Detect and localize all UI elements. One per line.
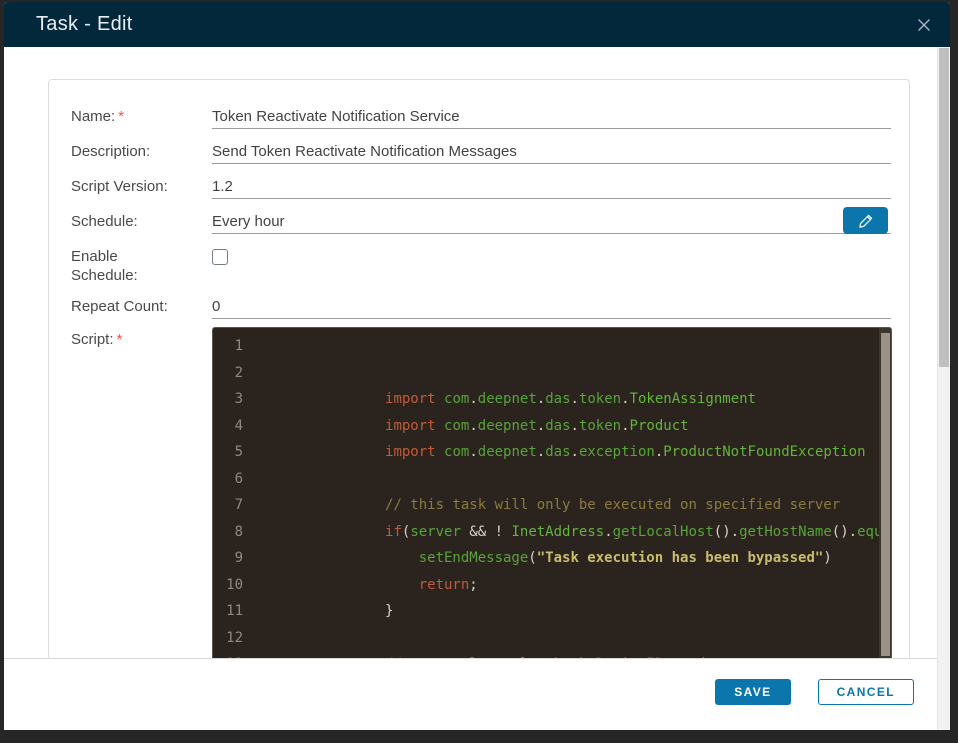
- script-field: 123 import com.deepnet.das.token.TokenAs…: [212, 327, 892, 658]
- dialog-footer: SAVE CANCEL: [4, 658, 937, 730]
- code-text: }: [385, 603, 394, 619]
- required-asterisk: *: [116, 331, 123, 348]
- description-field: [212, 142, 891, 164]
- code-line: 11 }: [213, 598, 891, 625]
- script-code-editor[interactable]: 123 import com.deepnet.das.token.TokenAs…: [212, 327, 892, 658]
- enable-schedule-field: [212, 247, 891, 268]
- task-edit-dialog: Task - Edit Name:* Description: Scr: [4, 2, 950, 730]
- enable-schedule-checkbox[interactable]: [212, 249, 228, 265]
- script-version-label: Script Version:: [71, 178, 168, 195]
- line-number: 10: [226, 576, 243, 593]
- schedule-label: Schedule:: [71, 213, 138, 230]
- line-number: 6: [234, 470, 243, 487]
- name-label: Name: *: [71, 107, 212, 129]
- code-line: 13 // currently, only check DeviceID pro…: [213, 651, 891, 658]
- close-button[interactable]: [915, 16, 933, 34]
- code-line: 3 import com.deepnet.das.token.TokenAssi…: [213, 386, 891, 413]
- dialog-body: Name:* Description: Script Version: Sche…: [4, 47, 937, 658]
- code-text: import com.deepnet.das.exception.Product…: [385, 444, 866, 460]
- dialog-header: Task - Edit: [4, 2, 950, 47]
- dialog-scrollbar[interactable]: [937, 47, 950, 730]
- repeat-count-field: [212, 297, 891, 319]
- line-number: 11: [226, 603, 243, 619]
- line-number: 1: [234, 338, 243, 354]
- pencil-icon: [858, 214, 872, 228]
- code-text: return;: [418, 576, 478, 593]
- code-line: 10 return;: [213, 572, 891, 599]
- required-asterisk: *: [118, 108, 125, 125]
- code-text: import com.deepnet.das.token.TokenAssign…: [385, 391, 756, 407]
- script-version-field: [212, 177, 891, 199]
- code-line: 8 if(server && ! InetAddress.getLocalHos…: [213, 519, 891, 546]
- name-label-text: Name:: [71, 108, 116, 125]
- close-icon: [918, 18, 930, 31]
- line-number: 2: [234, 364, 243, 381]
- line-number: 12: [226, 629, 243, 646]
- cancel-button[interactable]: CANCEL: [817, 678, 914, 705]
- enable-schedule-label: Enable Schedule:: [71, 248, 138, 284]
- repeat-count-input[interactable]: [212, 297, 891, 316]
- line-number: 3: [234, 391, 243, 407]
- line-number: 9: [234, 550, 243, 566]
- code-text: // currently, only check DeviceID produc…: [243, 651, 731, 658]
- code-line: 4 import com.deepnet.das.token.Product: [213, 413, 891, 440]
- line-number: 13: [213, 651, 243, 658]
- code-text: // this task will only be executed on sp…: [385, 497, 841, 513]
- script-version-input[interactable]: [212, 177, 891, 196]
- description-row: Description:: [71, 142, 891, 164]
- code-lines: 123 import com.deepnet.das.token.TokenAs…: [213, 328, 891, 658]
- code-line: 6: [213, 466, 891, 493]
- line-number: 8: [234, 523, 243, 540]
- line-number: 5: [234, 444, 243, 460]
- code-line: 9 setEndMessage("Task execution has been…: [213, 545, 891, 572]
- script-label-text: Script:: [71, 331, 114, 348]
- script-row: Script: * 123 import com.deepnet.das.toke…: [71, 327, 892, 658]
- name-field: [212, 107, 891, 129]
- schedule-field: [212, 207, 891, 234]
- code-line: 2: [213, 360, 891, 387]
- script-label: Script: *: [71, 330, 212, 658]
- script-version-row: Script Version:: [71, 177, 891, 199]
- save-button[interactable]: SAVE: [715, 678, 791, 705]
- editor-scrollbar-thumb[interactable]: [880, 333, 890, 656]
- edit-schedule-button[interactable]: [843, 207, 888, 234]
- code-line: 12: [213, 625, 891, 652]
- name-row: Name: *: [71, 107, 891, 129]
- schedule-input[interactable]: [212, 212, 891, 231]
- line-number: 4: [234, 417, 243, 434]
- code-line: 7 // this task will only be executed on …: [213, 492, 891, 519]
- form-card: Name:* Description: Script Version: Sche…: [48, 79, 910, 658]
- enable-schedule-label-wrap: Enable Schedule:: [71, 247, 212, 285]
- editor-scrollbar[interactable]: [878, 328, 891, 658]
- enable-schedule-row: Enable Schedule:: [71, 247, 891, 285]
- code-text: if(server && ! InetAddress.getLocalHost(…: [385, 523, 891, 540]
- code-text: import com.deepnet.das.token.Product: [385, 417, 689, 434]
- code-text: setEndMessage("Task execution has been b…: [418, 550, 832, 566]
- name-input[interactable]: [212, 107, 891, 126]
- code-line: 5 import com.deepnet.das.exception.Produ…: [213, 439, 891, 466]
- description-label: Description:: [71, 143, 151, 160]
- repeat-count-label: Repeat Count:: [71, 298, 168, 315]
- description-input[interactable]: [212, 142, 891, 161]
- code-line: 1: [213, 333, 891, 360]
- dialog-scrollbar-thumb[interactable]: [939, 48, 949, 367]
- dialog-title: Task - Edit: [36, 13, 133, 35]
- schedule-row: Schedule:: [71, 207, 891, 234]
- line-number: 7: [234, 497, 243, 513]
- repeat-count-row: Repeat Count:: [71, 297, 891, 319]
